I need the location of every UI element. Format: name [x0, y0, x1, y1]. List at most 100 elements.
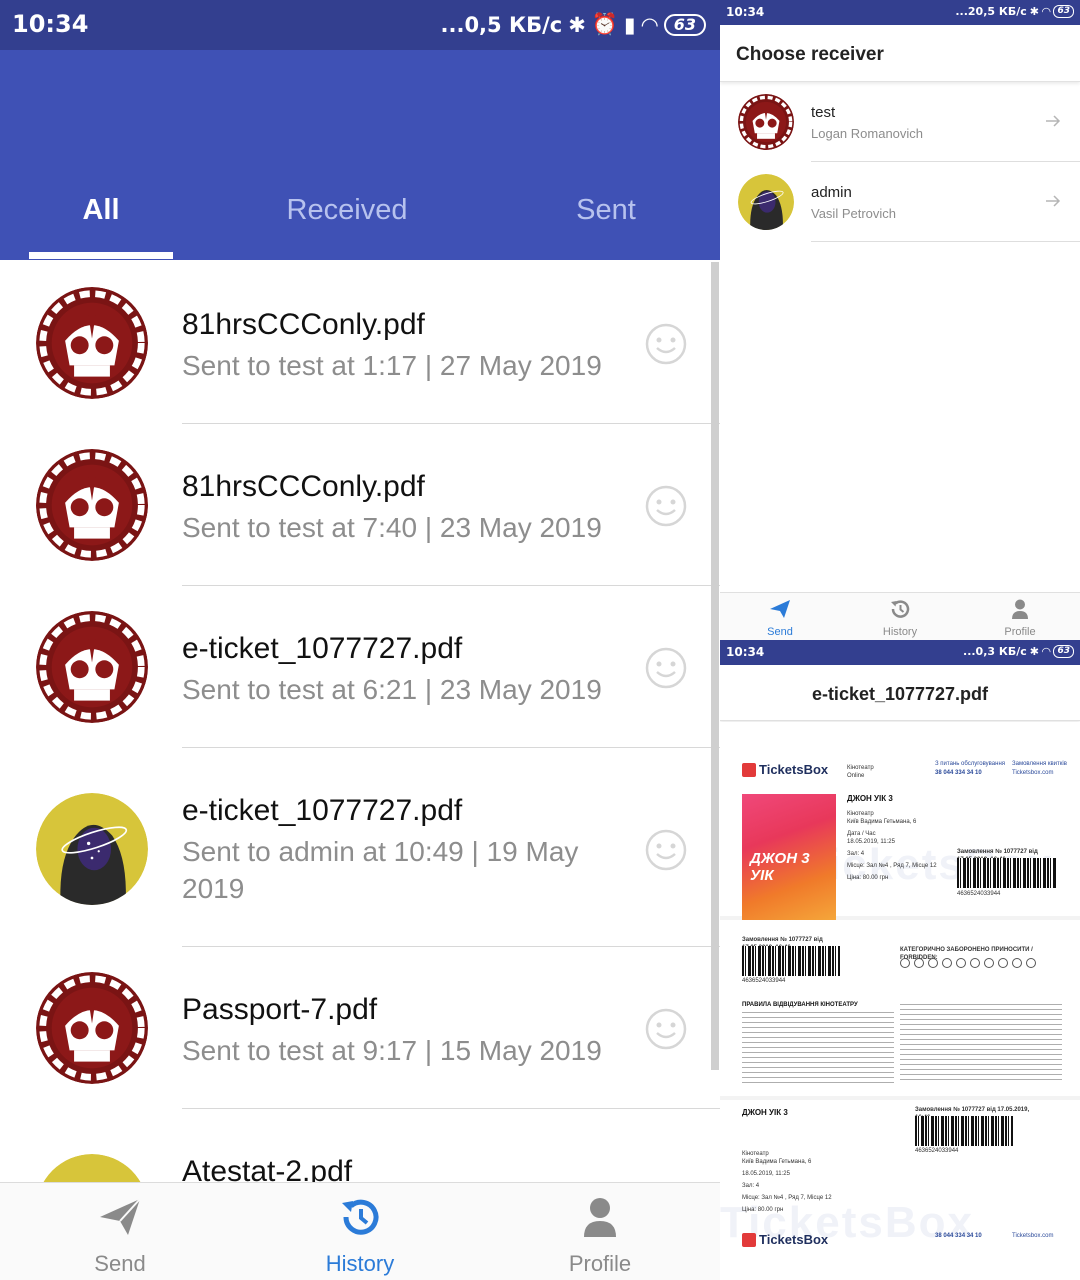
cinema-label: Кінотеатр	[847, 811, 874, 817]
price-info: Ціна: 80.00 грн	[742, 1207, 784, 1213]
cinema-address: Київ Вадима Гетьмана, 6	[742, 1159, 812, 1165]
forbidden-icon	[928, 958, 938, 968]
receiver-item-test[interactable]: test Logan Romanovich	[720, 82, 1080, 162]
receiver-name: admin	[811, 184, 852, 201]
receiver-full-name: Logan Romanovich	[811, 126, 924, 141]
tab-sent[interactable]: Sent	[540, 194, 672, 227]
list-item[interactable]: e-ticket_1077727.pdf Sent to admin at 10…	[0, 748, 720, 947]
bottom-navigation: Send History Profile	[0, 1182, 720, 1280]
skull-gear-avatar	[738, 94, 794, 150]
date-value: 18.05.2019, 11:25	[742, 1171, 790, 1177]
nav-profile-label: Profile	[568, 1251, 632, 1276]
rules-text-column	[742, 1012, 894, 1084]
hooded-figure-avatar	[738, 174, 794, 230]
smile-icon[interactable]	[644, 322, 688, 366]
file-subtitle: Sent to test at 1:17 | 27 May 2019	[182, 350, 602, 381]
list-item[interactable]: 81hrsCCConly.pdf Sent to test at 7:40 | …	[0, 424, 720, 586]
pdf-document[interactable]: TicketsBox TicketsBox Кінотеатр Online З…	[720, 722, 1080, 1280]
barcode	[915, 1116, 1013, 1146]
pdf-page: Замовлення № 1077727 від 17.05.2019, 16:…	[720, 920, 1080, 1096]
document-title: e-ticket_1077727.pdf	[811, 684, 989, 704]
list-item[interactable]: e-ticket_1077727.pdf Sent to test at 6:2…	[0, 586, 720, 748]
brand-subtitle: Кінотеатр Online	[847, 765, 874, 779]
profile-icon	[584, 1198, 616, 1237]
status-bar: 10:34 ...20,5 КБ/с ✱ ◠ 63	[720, 0, 1080, 25]
receiver-full-name: Vasil Petrovich	[811, 206, 897, 221]
app-bar: All Received Sent	[0, 50, 720, 260]
barcode	[957, 858, 1057, 888]
history-screen: 10:34 ...0,5 КБ/с ✱ ⏰ ▮ ◠ 63 All Receive…	[0, 0, 720, 1280]
bottom-navigation: Send History Profile	[720, 592, 1080, 640]
file-subtitle: Sent to test at 9:17 | 15 May 2019	[182, 1035, 602, 1066]
date-value: 18.05.2019, 11:25	[847, 839, 895, 845]
forbidden-icon	[998, 958, 1008, 968]
logo-text: TicketsBox	[759, 1232, 829, 1247]
nav-profile[interactable]: Profile	[960, 593, 1080, 640]
tab-received[interactable]: Received	[247, 194, 447, 227]
hall-info: Зал: 4	[742, 1183, 760, 1189]
forbidden-icon	[900, 958, 910, 968]
poster-text: ДЖОН 3 УІК	[750, 850, 810, 884]
file-name: e-ticket_1077727.pdf	[182, 632, 463, 665]
file-name: Passport-7.pdf	[182, 993, 378, 1026]
tab-all[interactable]: All	[29, 194, 173, 227]
smile-icon[interactable]	[644, 1007, 688, 1051]
phone-number: 38 044 334 34 10	[935, 1233, 982, 1239]
status-indicators: ...0,5 КБ/с ✱ ⏰ ▮ ◠ 63	[441, 12, 706, 37]
nav-history[interactable]: History	[240, 1183, 480, 1280]
file-name: 81hrsCCConly.pdf	[182, 308, 425, 341]
smile-icon[interactable]	[644, 828, 688, 872]
list-item[interactable]: Atestat-2.pdf	[0, 1109, 720, 1182]
phone-number: 38 044 334 34 10	[935, 770, 982, 776]
history-icon	[342, 1199, 379, 1235]
smile-icon[interactable]	[644, 484, 688, 528]
status-time: 10:34	[726, 645, 765, 659]
pdf-page: TicketsBox TicketsBox Кінотеатр Online З…	[720, 722, 1080, 920]
price-info: Ціна: 80.00 грн	[847, 875, 889, 881]
nav-send[interactable]: Send	[0, 1183, 240, 1280]
nav-send-label: Send	[94, 1251, 146, 1276]
file-name: 81hrsCCConly.pdf	[182, 470, 425, 503]
file-subtitle: Sent to admin at 10:49 | 19 May 2019	[182, 836, 579, 904]
seat-info: Місце: Зал №4 , Ряд 7, Місце 12	[847, 863, 937, 869]
forbidden-icon	[956, 958, 966, 968]
forbidden-icons	[900, 958, 1036, 968]
scrollbar[interactable]	[711, 262, 719, 1070]
skull-gear-avatar	[36, 972, 148, 1084]
divider	[811, 241, 1080, 242]
bluetooth-icon: ✱	[1029, 645, 1039, 658]
hooded-figure-avatar	[36, 793, 148, 905]
receiver-name: test	[811, 104, 836, 121]
bluetooth-icon: ✱	[568, 12, 586, 37]
send-icon	[100, 1198, 141, 1235]
receiver-item-admin[interactable]: admin Vasil Petrovich	[720, 162, 1080, 242]
file-subtitle: Sent to test at 7:40 | 23 May 2019	[182, 512, 602, 543]
forbidden-icon	[1012, 958, 1022, 968]
hooded-figure-avatar	[36, 1154, 148, 1182]
rules-title: ПРАВИЛА ВІДВІДУВАННЯ КІНОТЕАТРУ	[742, 1002, 858, 1008]
skull-gear-avatar	[36, 449, 148, 561]
wifi-icon: ◠	[1042, 645, 1051, 658]
status-indicators: ...20,5 КБ/с ✱ ◠ 63	[955, 5, 1074, 18]
header: Choose receiver	[720, 25, 1080, 82]
history-list[interactable]: 81hrsCCConly.pdf Sent to test at 1:17 | …	[0, 262, 720, 1182]
forbidden-icon	[914, 958, 924, 968]
wifi-icon: ◠	[641, 12, 658, 37]
site-url: Ticketsbox.com	[1012, 1233, 1054, 1239]
forbidden-icon	[970, 958, 980, 968]
wifi-icon: ◠	[1042, 5, 1051, 18]
network-speed: ...0,3 КБ/с	[963, 645, 1027, 658]
rules-text-column	[900, 1004, 1062, 1084]
nav-profile[interactable]: Profile	[480, 1183, 720, 1280]
battery-indicator: 63	[1053, 5, 1074, 18]
barcode-number: 4636524033944	[915, 1148, 959, 1154]
list-item[interactable]: 81hrsCCConly.pdf Sent to test at 1:17 | …	[0, 262, 720, 424]
nav-send[interactable]: Send	[720, 593, 840, 640]
nav-history[interactable]: History	[840, 593, 960, 640]
forbidden-icon	[1026, 958, 1036, 968]
nav-profile-label: Profile	[1004, 626, 1036, 638]
list-item[interactable]: Passport-7.pdf Sent to test at 9:17 | 15…	[0, 947, 720, 1109]
movie-title: ДЖОН УІК 3	[742, 1108, 788, 1117]
skull-gear-avatar	[36, 287, 148, 399]
smile-icon[interactable]	[644, 646, 688, 690]
